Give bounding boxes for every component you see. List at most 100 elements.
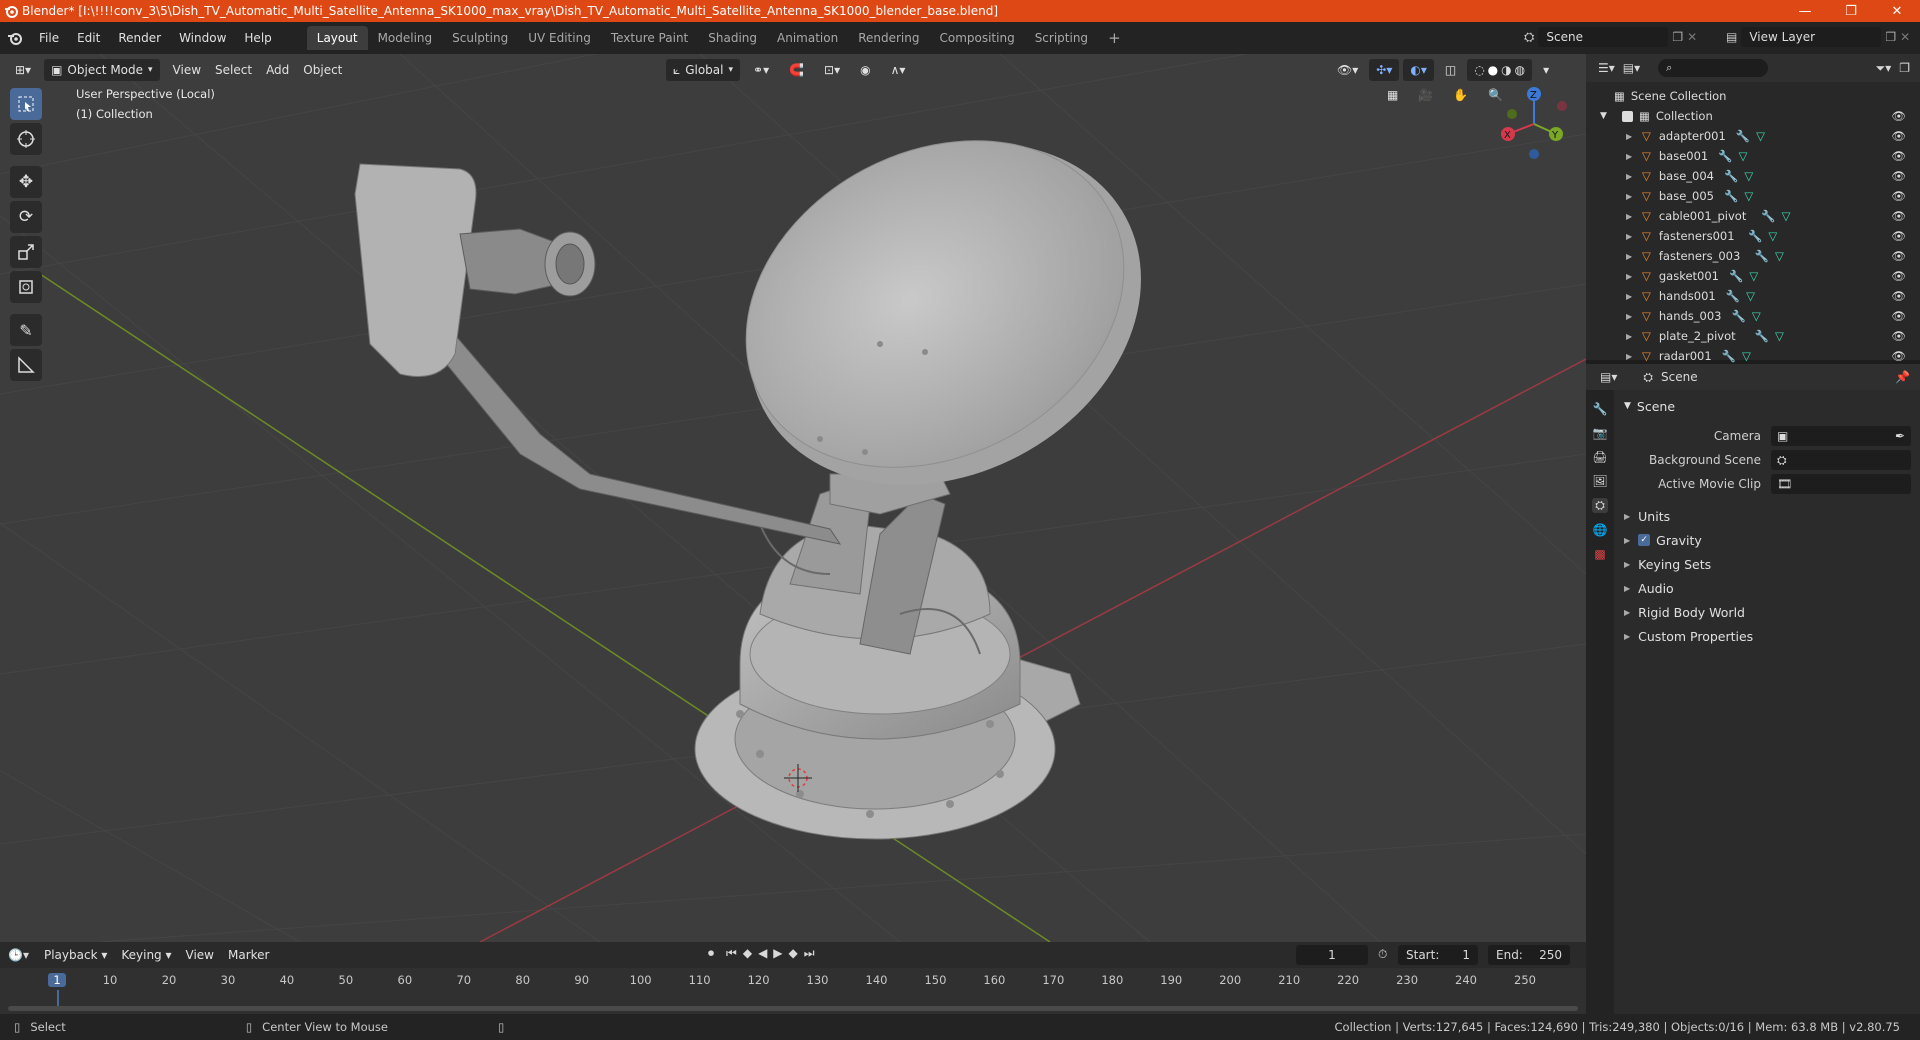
pan-view-icon[interactable]: ✋ (1446, 84, 1475, 106)
expand-arrow-icon[interactable]: ▶ (1626, 152, 1638, 161)
close-window-button[interactable]: ✕ (1874, 0, 1920, 22)
rendered-shading-icon[interactable]: ◍ (1515, 59, 1525, 81)
tab-compositing[interactable]: Compositing (929, 26, 1024, 50)
outliner-item[interactable]: ▶ ▽ base001 🔧 ▽ 👁 (1586, 146, 1920, 166)
pivot-point-icon[interactable]: ⚭▾ (746, 59, 776, 81)
menu-window[interactable]: Window (170, 26, 235, 50)
mesh-data-icon[interactable]: ▽ (1775, 249, 1784, 263)
tab-texture-paint[interactable]: Texture Paint (601, 26, 698, 50)
tab-shading[interactable]: Shading (698, 26, 767, 50)
view-layer-icon[interactable]: ▤ (1726, 30, 1737, 44)
tool-tab-icon[interactable]: 🔧 (1593, 402, 1608, 416)
tab-animation[interactable]: Animation (767, 26, 848, 50)
property-section-header[interactable]: ▶ Audio (1616, 576, 1916, 600)
render-tab-icon[interactable]: 📷 (1593, 426, 1608, 440)
visibility-eye-icon[interactable]: 👁 (1891, 309, 1906, 323)
expand-arrow-icon[interactable]: ▶ (1626, 252, 1638, 261)
scene-selector[interactable]: Scene (1538, 27, 1669, 47)
menu-view[interactable]: View (166, 59, 208, 81)
checkbox-icon[interactable] (1622, 110, 1633, 122)
menu-help[interactable]: Help (235, 26, 280, 50)
remove-scene-icon[interactable]: ✕ (1687, 30, 1697, 44)
tab-rendering[interactable]: Rendering (848, 26, 929, 50)
minimize-button[interactable]: — (1782, 0, 1828, 22)
start-frame-field[interactable]: Start: 1 (1398, 945, 1478, 965)
property-section-header[interactable]: ▶ Rigid Body World (1616, 600, 1916, 624)
expand-arrow-icon[interactable]: ▶ (1626, 132, 1638, 141)
property-section-header[interactable]: ▶ Keying Sets (1616, 552, 1916, 576)
modifier-icon[interactable]: 🔧 (1724, 169, 1738, 183)
blender-menu-icon[interactable] (0, 30, 30, 46)
mesh-data-icon[interactable]: ▽ (1744, 169, 1753, 183)
show-overlays-icon[interactable]: ◐▾ (1403, 59, 1434, 81)
toggle-camera-grid-icon[interactable]: ▦ (1380, 84, 1405, 106)
menu-playback[interactable]: Playback ▾ (37, 944, 114, 966)
visibility-eye-icon[interactable]: 👁 (1891, 169, 1906, 183)
visibility-eye-icon[interactable]: 👁 (1891, 349, 1906, 363)
material-shading-icon[interactable]: ◑ (1501, 59, 1511, 81)
visibility-eye-icon[interactable]: 👁 (1891, 209, 1906, 223)
expand-arrow-icon[interactable]: ▼ (1600, 111, 1614, 121)
modifier-icon[interactable]: 🔧 (1722, 349, 1736, 363)
next-keyframe-icon[interactable]: ◆ (789, 946, 798, 961)
outliner-item[interactable]: ▶ ▽ radar001 🔧 ▽ 👁 (1586, 346, 1920, 366)
mode-dropdown[interactable]: ▣ Object Mode ▾ (44, 59, 160, 81)
outliner-editor-icon[interactable]: ☰▾ (1598, 61, 1615, 75)
tab-modeling[interactable]: Modeling (368, 26, 443, 50)
texture-tab-icon[interactable]: ▩ (1594, 547, 1605, 561)
menu-add[interactable]: Add (259, 59, 296, 81)
properties-editor-icon[interactable]: ▤▾ (1600, 370, 1617, 384)
mesh-data-icon[interactable]: ▽ (1746, 289, 1755, 303)
menu-render[interactable]: Render (109, 26, 170, 50)
visibility-eye-icon[interactable]: 👁 (1891, 249, 1906, 263)
modifier-icon[interactable]: 🔧 (1718, 149, 1732, 163)
property-section-header[interactable]: ▶ ✓ Gravity (1616, 528, 1916, 552)
mesh-data-icon[interactable]: ▽ (1744, 189, 1753, 203)
outliner-item[interactable]: ▶ ▽ plate_2_pivot 🔧 ▽ 👁 (1586, 326, 1920, 346)
modifier-icon[interactable]: 🔧 (1729, 269, 1743, 283)
world-tab-icon[interactable]: 🌐 (1593, 523, 1608, 537)
timeline-editor-icon[interactable]: 🕒▾ (8, 948, 29, 962)
eyedropper-icon[interactable]: ✒ (1895, 429, 1905, 443)
solid-shading-icon[interactable]: ● (1488, 59, 1498, 81)
outliner-item[interactable]: ▶ ▽ base_004 🔧 ▽ 👁 (1586, 166, 1920, 186)
snap-toggle-icon[interactable]: 🧲 (782, 59, 811, 81)
add-workspace-button[interactable]: + (1098, 26, 1131, 50)
outliner-item[interactable]: ▶ ▽ hands_003 🔧 ▽ 👁 (1586, 306, 1920, 326)
navigation-gizmo[interactable]: Z Y X (1494, 84, 1574, 164)
property-section-header[interactable]: ▶ Custom Properties (1616, 624, 1916, 648)
timeline-scrollbar[interactable] (8, 1006, 1578, 1011)
mesh-data-icon[interactable]: ▽ (1768, 229, 1777, 243)
expand-arrow-icon[interactable]: ▶ (1626, 332, 1638, 341)
3d-viewport[interactable]: User Perspective (Local) (1) Collection … (0, 54, 1586, 942)
expand-arrow-icon[interactable]: ▶ (1626, 172, 1638, 181)
expand-arrow-icon[interactable]: ▶ (1626, 292, 1638, 301)
tab-layout[interactable]: Layout (306, 26, 368, 50)
modifier-icon[interactable]: 🔧 (1736, 129, 1750, 143)
modifier-icon[interactable]: 🔧 (1755, 329, 1769, 343)
filter-icon[interactable]: ⏷▾ (1876, 61, 1892, 76)
menu-select[interactable]: Select (208, 59, 259, 81)
modifier-icon[interactable]: 🔧 (1761, 209, 1775, 223)
modifier-icon[interactable]: 🔧 (1731, 309, 1745, 323)
visibility-eye-icon[interactable]: 👁 (1891, 109, 1906, 123)
modifier-icon[interactable]: 🔧 (1726, 289, 1740, 303)
current-frame-field[interactable]: 1 (1296, 945, 1368, 965)
snap-element-icon[interactable]: ⊡▾ (817, 59, 847, 81)
menu-file[interactable]: File (30, 26, 68, 50)
play-reverse-icon[interactable]: ◀ (758, 946, 767, 961)
tab-sculpting[interactable]: Sculpting (442, 26, 518, 50)
mesh-data-icon[interactable]: ▽ (1752, 309, 1761, 323)
mesh-data-icon[interactable]: ▽ (1739, 149, 1748, 163)
mesh-data-icon[interactable]: ▽ (1775, 329, 1784, 343)
display-mode-icon[interactable]: ▤▾ (1623, 61, 1640, 75)
proportional-edit-icon[interactable]: ◉ (853, 59, 877, 81)
frame-ruler[interactable]: 1 10 20 30 40 50 60 70 80 90 100 110 120 130 140 150 160… (0, 970, 1586, 1010)
menu-object[interactable]: Object (296, 59, 349, 81)
menu-timeline-view[interactable]: View (179, 944, 221, 966)
move-tool[interactable]: ✥ (10, 166, 42, 198)
transform-tool[interactable] (10, 271, 42, 303)
visibility-eye-icon[interactable]: 👁 (1891, 149, 1906, 163)
prev-keyframe-icon[interactable]: ◆ (743, 946, 752, 961)
scene-icon[interactable]: ⛭ (1524, 30, 1534, 45)
